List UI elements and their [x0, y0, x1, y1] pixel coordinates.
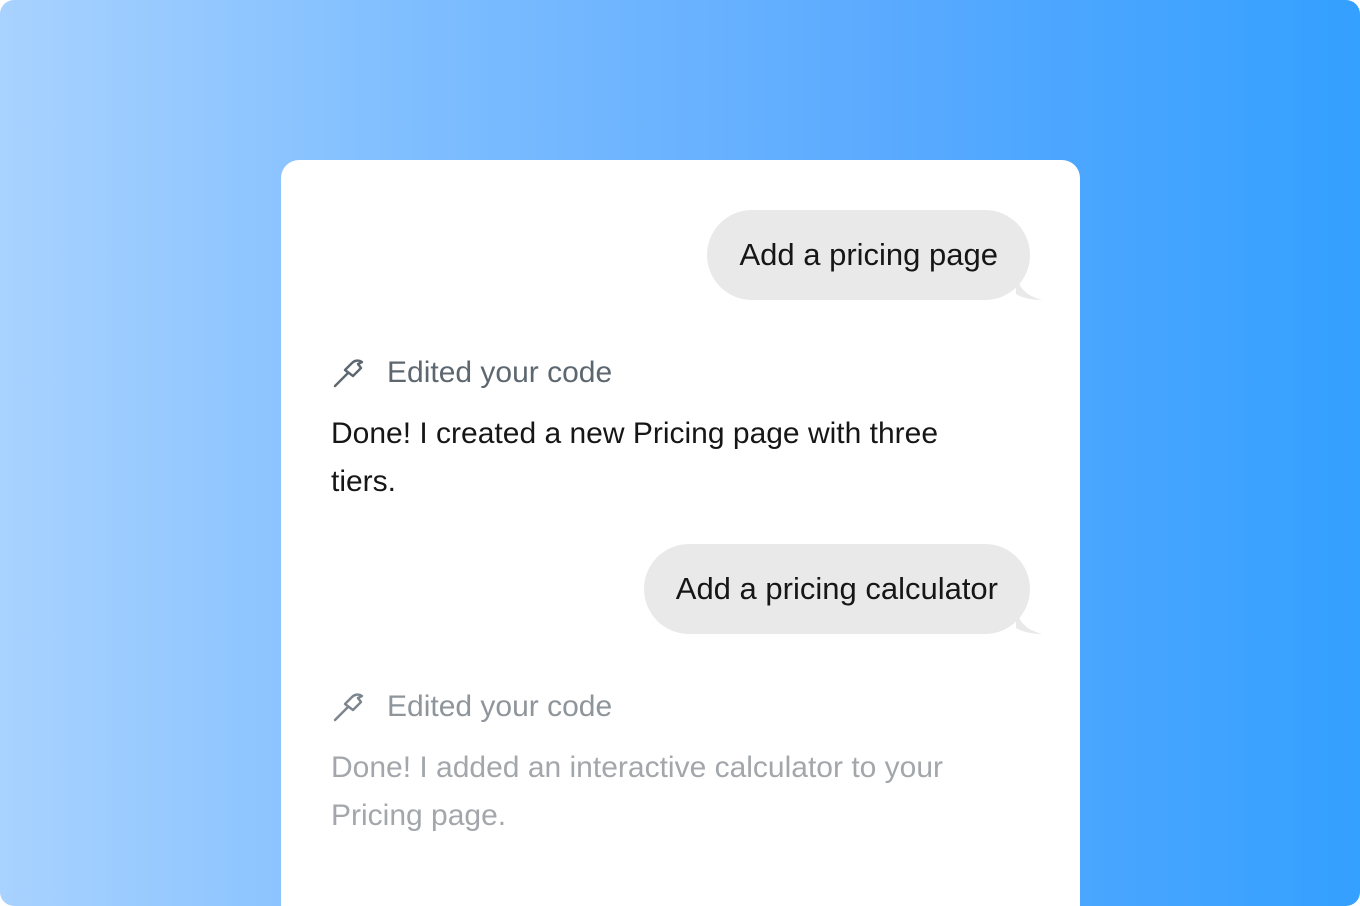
assistant-status: Edited your code — [331, 355, 612, 391]
user-message-bubble: Add a pricing page — [707, 210, 1042, 300]
assistant-message-text: Done! I added an interactive calculator … — [331, 751, 944, 832]
status-text: Edited your code — [387, 690, 613, 723]
user-message-text: Add a pricing page — [739, 237, 998, 272]
user-message-text: Add a pricing calculator — [675, 571, 998, 606]
bubble-tail-icon — [1016, 276, 1042, 300]
user-message: Add a pricing page — [707, 210, 1042, 300]
hammer-icon — [331, 689, 367, 725]
assistant-status: Edited your code — [331, 689, 612, 725]
chat-panel: Add a pricing page Edited your code Done… — [281, 160, 1080, 906]
bubble-tail-icon — [1016, 610, 1042, 634]
hammer-icon — [331, 355, 367, 391]
status-text: Edited your code — [387, 356, 613, 389]
background-frame: Add a pricing page Edited your code Done… — [0, 0, 1360, 906]
user-message-bubble: Add a pricing calculator — [643, 544, 1042, 634]
assistant-message-text: Done! I created a new Pricing page with … — [331, 417, 939, 498]
user-message: Add a pricing calculator — [643, 544, 1042, 634]
